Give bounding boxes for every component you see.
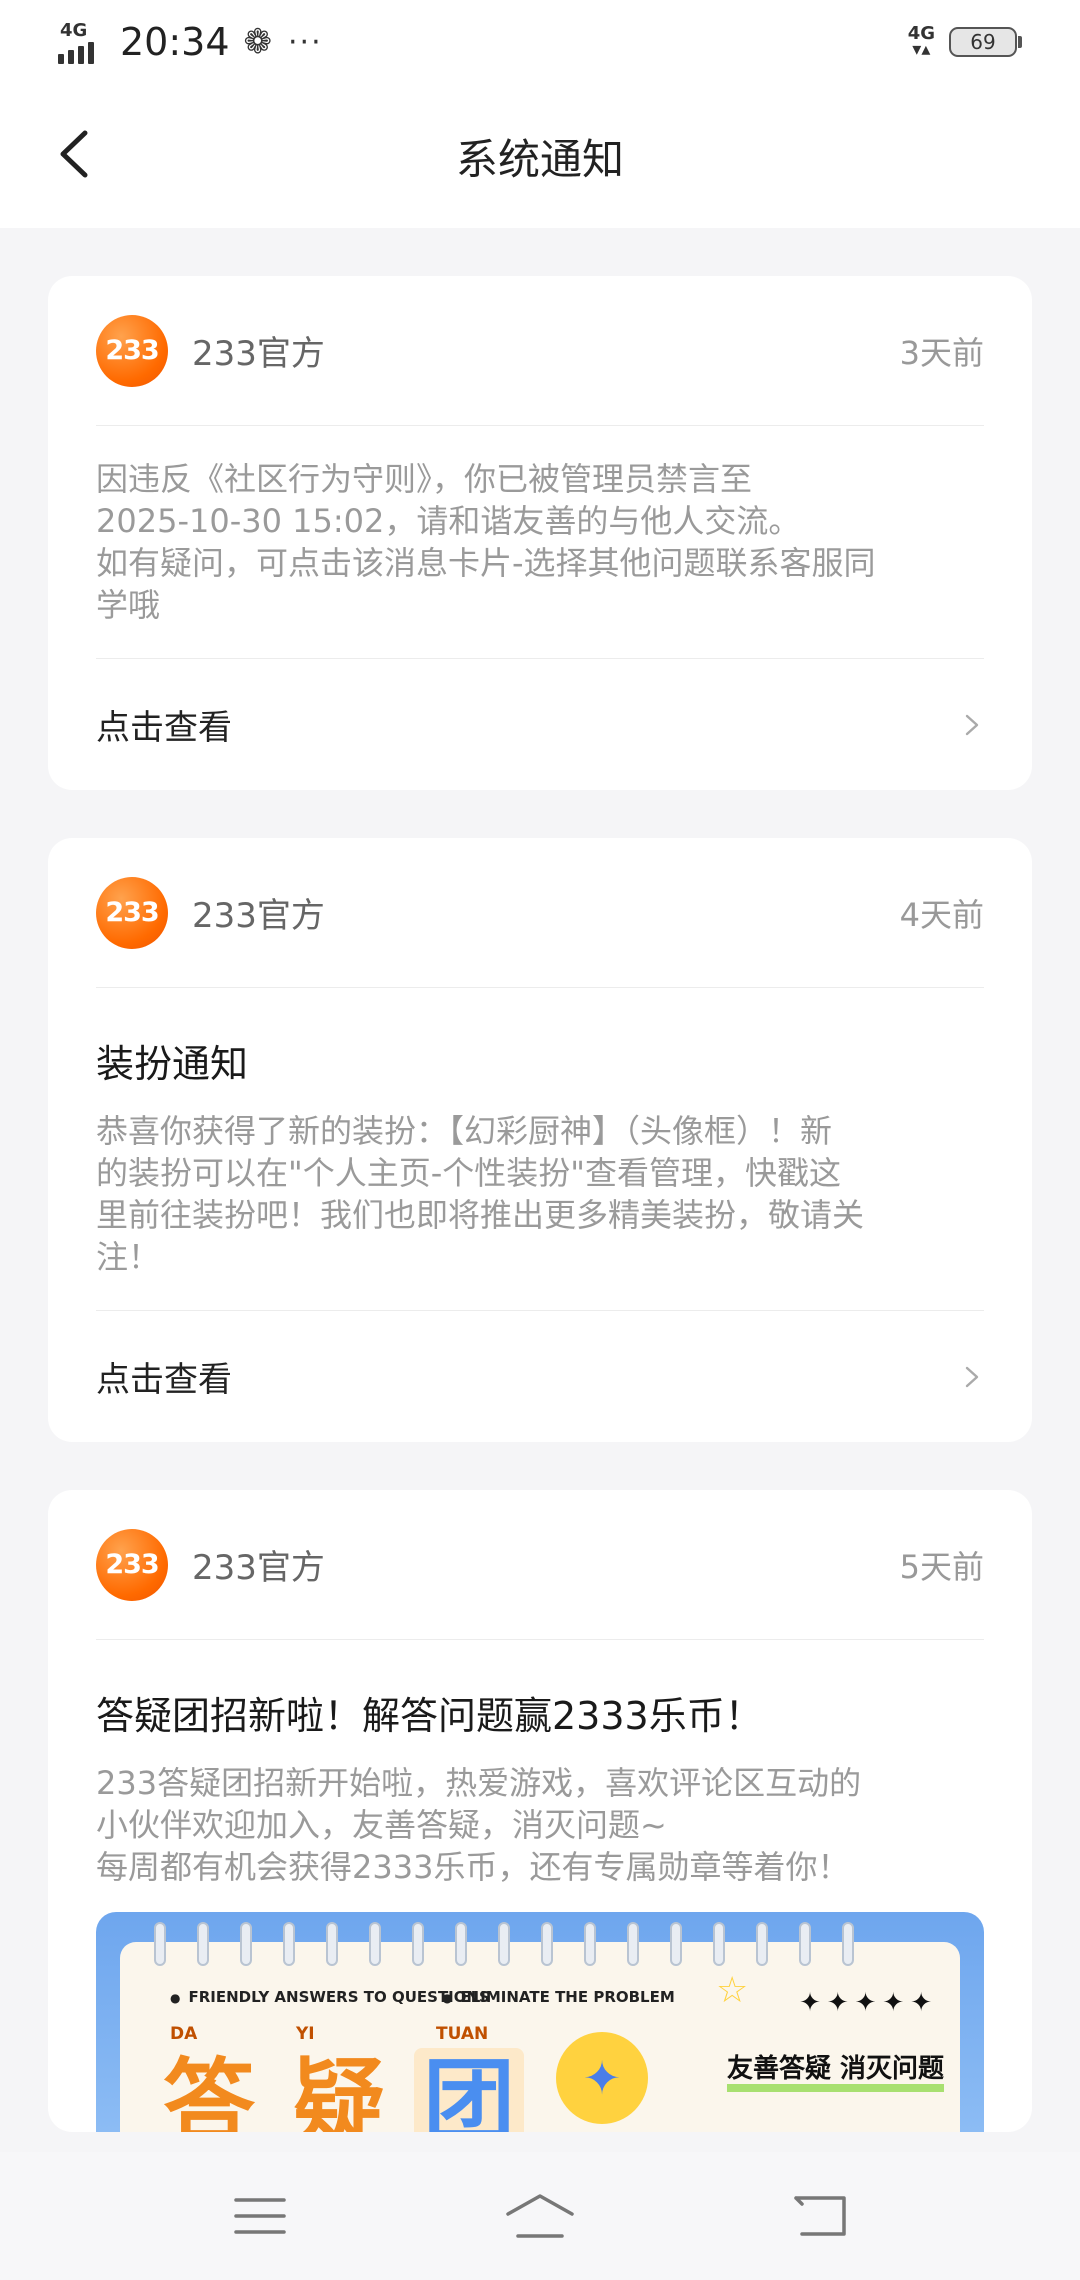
battery-icon: 69 <box>949 27 1022 57</box>
home-button[interactable] <box>500 2186 580 2246</box>
return-icon <box>794 2196 846 2236</box>
menu-button[interactable] <box>220 2186 300 2246</box>
back-arrow-icon <box>60 130 88 178</box>
page-title: 系统通知 <box>455 134 624 184</box>
timestamp: 4天前 <box>899 895 984 934</box>
pinyin-da: DA <box>170 2024 198 2044</box>
battery-level: 69 <box>949 27 1017 57</box>
avatar[interactable]: 233 <box>96 876 168 949</box>
stars-decoration: ✦✦✦✦✦ <box>799 1988 938 2018</box>
back-button[interactable] <box>44 124 104 184</box>
card-header: 233 233官方 3天前 <box>96 276 984 426</box>
banner-tag-right: ELIMINATE THE PROBLEM <box>442 1988 674 2006</box>
star-icon: ☆ <box>716 1970 749 2011</box>
notification-body: 因违反《社区行为守则》，你已被管理员禁言至 2025-10-30 15:02，请… <box>96 460 876 624</box>
timestamp: 3天前 <box>899 333 984 372</box>
fan-icon: ❁ <box>243 22 273 62</box>
card-header: 233 233官方 4天前 <box>96 838 984 988</box>
sender-name: 233官方 <box>192 1548 325 1588</box>
nav-bar: 系统通知 <box>0 84 1080 228</box>
timestamp: 5天前 <box>899 1547 984 1586</box>
more-notifications-icon: ··· <box>288 24 323 60</box>
sparkle-badge-icon: ✦ <box>556 2032 648 2124</box>
status-bar: 4G 20:34 ❁ ··· 4G ▾▴ 69 <box>0 0 1080 84</box>
notification-title: 装扮通知 <box>96 1042 249 1086</box>
notification-body: 233答疑团招新开始啦，热爱游戏，喜欢评论区互动的 小伙伴欢迎加入，友善答疑，消… <box>96 1764 862 1886</box>
pinyin-tuan: TUAN <box>436 2024 489 2044</box>
card-header: 233 233官方 5天前 <box>96 1490 984 1640</box>
banner-char-yi: 疑 <box>292 2049 385 2132</box>
view-details-label: 点击查看 <box>96 1360 232 1400</box>
view-details-label: 点击查看 <box>96 708 232 748</box>
notification-card[interactable]: 233 233官方 4天前 装扮通知 恭喜你获得了新的装扮：【幻彩厨神】（头像框… <box>48 838 1032 1442</box>
sender-name: 233官方 <box>192 334 325 374</box>
view-details-row[interactable]: 点击查看 <box>96 1310 984 1442</box>
notification-card[interactable]: 233 233官方 5天前 答疑团招新啦！解答问题赢2333乐币！ 233答疑团… <box>48 1490 1032 2132</box>
status-time: 20:34 <box>120 20 230 64</box>
recruitment-banner[interactable]: FRIENDLY ANSWERS TO QUESTIONS ELIMINATE … <box>96 1912 984 2132</box>
notification-title: 答疑团招新啦！解答问题赢2333乐币！ <box>96 1694 763 1738</box>
notification-body: 恭喜你获得了新的装扮：【幻彩厨神】（头像框）！新 的装扮可以在"个人主页-个性装… <box>96 1112 865 1276</box>
chevron-right-icon <box>965 714 979 735</box>
system-nav-bar <box>0 2152 1080 2280</box>
signal-icon: 4G <box>58 20 106 64</box>
network-icon: 4G ▾▴ <box>907 23 935 60</box>
menu-icon <box>234 2198 286 2234</box>
notification-list: 233 233官方 3天前 因违反《社区行为守则》，你已被管理员禁言至 2025… <box>48 276 1032 2180</box>
back-nav-button[interactable] <box>780 2186 860 2246</box>
avatar[interactable]: 233 <box>96 314 168 387</box>
chevron-right-icon <box>965 1366 979 1387</box>
avatar[interactable]: 233 <box>96 1528 168 1601</box>
home-icon <box>506 2194 574 2238</box>
sender-name: 233官方 <box>192 896 325 936</box>
pinyin-yi: YI <box>296 2024 315 2044</box>
banner-slogan: 友善答疑 消灭问题 <box>726 2054 944 2092</box>
banner-char-tuan: 团 <box>414 2048 524 2132</box>
view-details-row[interactable]: 点击查看 <box>96 658 984 790</box>
banner-char-da: 答 <box>162 2049 255 2132</box>
calendar-rings <box>154 1922 854 1966</box>
notification-card[interactable]: 233 233官方 3天前 因违反《社区行为守则》，你已被管理员禁言至 2025… <box>48 276 1032 790</box>
